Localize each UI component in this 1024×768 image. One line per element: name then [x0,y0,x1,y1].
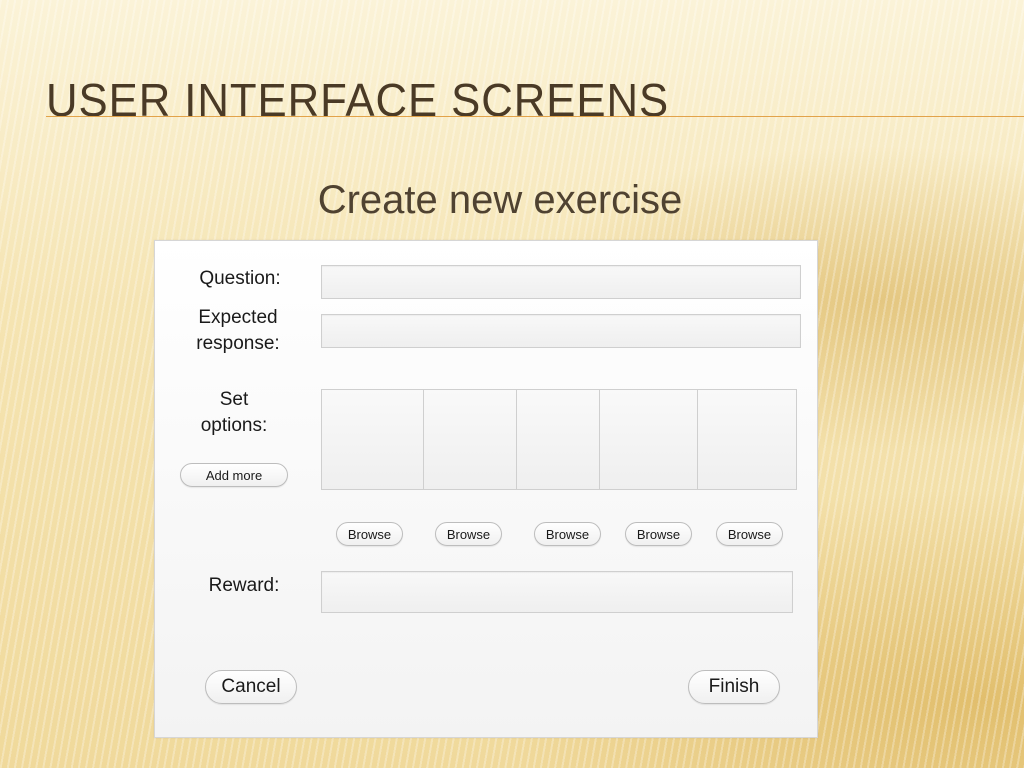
set-options-label: Set options: [179,387,289,439]
expected-response-label: Expected response: [183,305,293,357]
question-label: Question: [199,268,281,289]
reward-label: Reward: [208,575,280,596]
browse-button-5[interactable]: Browse [716,522,783,546]
expected-response-label-line1: Expected [198,307,278,328]
option-slot-3[interactable] [517,390,600,489]
finish-button[interactable]: Finish [688,670,780,704]
title-divider [46,116,1024,117]
slide-title: USER INTERFACE SCREENS [46,74,670,126]
option-slot-5[interactable] [698,390,796,489]
cancel-button[interactable]: Cancel [205,670,297,704]
set-options-label-line2: options: [200,415,268,436]
question-input[interactable] [321,265,801,299]
add-more-button[interactable]: Add more [180,463,288,487]
option-slot-1[interactable] [322,390,424,489]
expected-response-label-line2: response: [196,333,280,354]
browse-button-1[interactable]: Browse [336,522,403,546]
expected-response-input[interactable] [321,314,801,348]
option-slot-4[interactable] [600,390,698,489]
browse-button-4[interactable]: Browse [625,522,692,546]
option-slots [321,389,797,490]
reward-input[interactable] [321,571,793,613]
screen-title: Create new exercise [317,178,683,222]
create-exercise-panel: Question: Expected response: Set options… [154,240,818,738]
option-slot-2[interactable] [424,390,517,489]
set-options-label-line1: Set [219,389,249,410]
browse-button-2[interactable]: Browse [435,522,502,546]
browse-button-3[interactable]: Browse [534,522,601,546]
